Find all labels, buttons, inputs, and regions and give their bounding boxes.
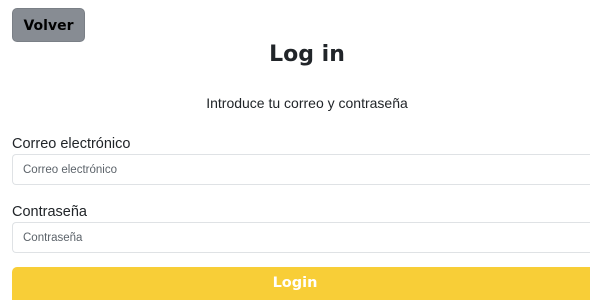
login-page: Volver Log in Introduce tu correo y cont… [0,0,590,300]
password-field[interactable] [12,222,590,253]
page-subtitle: Introduce tu correo y contraseña [206,95,408,111]
password-label: Contraseña [12,204,87,220]
back-button[interactable]: Volver [12,8,85,42]
email-field[interactable] [12,154,590,185]
login-button[interactable]: Login [12,267,590,300]
email-label: Correo electrónico [12,136,131,152]
page-title: Log in [269,42,345,67]
